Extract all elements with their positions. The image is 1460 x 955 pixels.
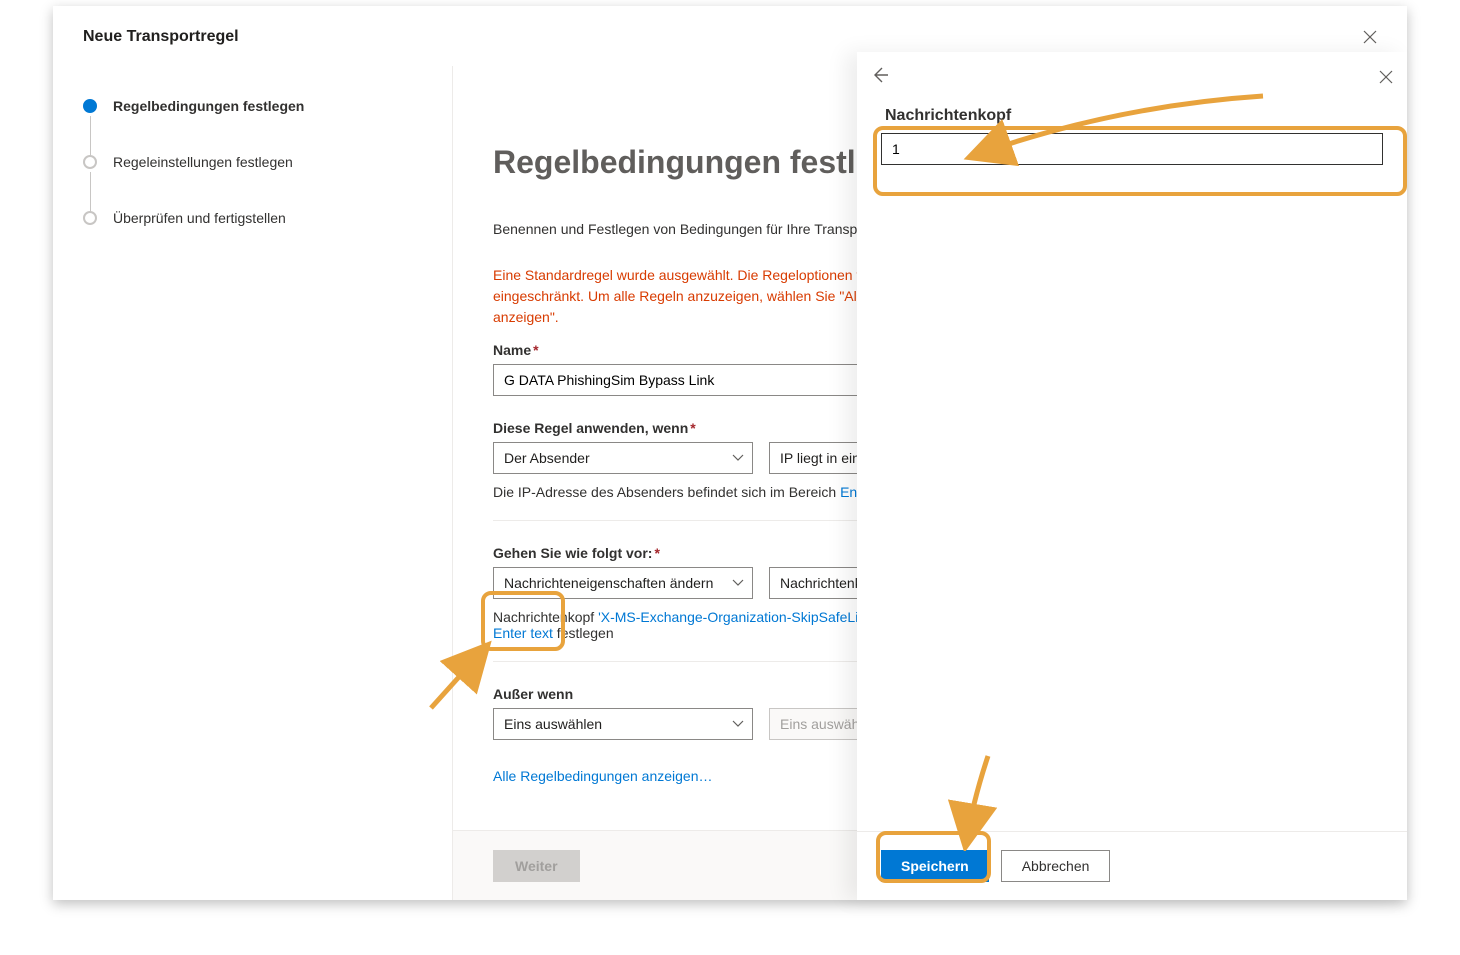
wizard-step-settings[interactable]: Regeleinstellungen festlegen bbox=[83, 154, 432, 170]
chevron-down-icon bbox=[732, 452, 744, 464]
step-label: Überprüfen und fertigstellen bbox=[113, 210, 286, 226]
step-bullet-icon bbox=[83, 99, 97, 113]
action-category-dropdown[interactable]: Nachrichteneigenschaften ändern bbox=[493, 567, 753, 599]
apply-when-subject-dropdown[interactable]: Der Absender bbox=[493, 442, 753, 474]
show-all-conditions-link[interactable]: Alle Regelbedingungen anzeigen… bbox=[493, 768, 713, 784]
wizard-step-conditions[interactable]: Regelbedingungen festlegen bbox=[83, 98, 432, 114]
step-bullet-icon bbox=[83, 155, 97, 169]
except-subject-dropdown[interactable]: Eins auswählen bbox=[493, 708, 753, 740]
dropdown-value: Der Absender bbox=[504, 450, 590, 466]
do-following-label-text: Gehen Sie wie folgt vor: bbox=[493, 545, 652, 561]
chevron-down-icon bbox=[732, 718, 744, 730]
step-label: Regelbedingungen festlegen bbox=[113, 98, 304, 114]
wizard-step-review[interactable]: Überprüfen und fertigstellen bbox=[83, 210, 432, 226]
step-bullet-icon bbox=[83, 211, 97, 225]
apply-when-label-text: Diese Regel anwenden, wenn bbox=[493, 420, 688, 436]
name-label-text: Name bbox=[493, 342, 531, 358]
flyout-close-icon[interactable] bbox=[1379, 70, 1393, 84]
close-icon[interactable] bbox=[1363, 30, 1377, 44]
enter-text-link[interactable]: Enter text bbox=[493, 625, 553, 641]
next-button: Weiter bbox=[493, 850, 580, 882]
chevron-down-icon bbox=[732, 577, 744, 589]
summary-prefix: Die IP-Adresse des Absenders befindet si… bbox=[493, 484, 840, 500]
window-title: Neue Transportregel bbox=[83, 28, 239, 46]
flyout-footer: Speichern Abbrechen bbox=[857, 831, 1407, 900]
save-button[interactable]: Speichern bbox=[881, 850, 989, 882]
summary-suffix: festlegen bbox=[553, 625, 614, 641]
dialog-window: Neue Transportregel Regelbedingungen fes… bbox=[53, 6, 1407, 900]
required-asterisk: * bbox=[690, 420, 695, 436]
wizard-sidebar: Regelbedingungen festlegen Regeleinstell… bbox=[53, 66, 453, 900]
back-icon[interactable] bbox=[871, 66, 889, 87]
dropdown-value: Nachrichteneigenschaften ändern bbox=[504, 575, 713, 591]
required-asterisk: * bbox=[654, 545, 659, 561]
summary-prefix: Nachrichtenkopf bbox=[493, 609, 598, 625]
cancel-button[interactable]: Abbrechen bbox=[1001, 850, 1111, 882]
header-value-flyout: Nachrichtenkopf Speichern Abbrechen bbox=[857, 52, 1407, 900]
header-value-input[interactable] bbox=[881, 133, 1383, 165]
flyout-title: Nachrichtenkopf bbox=[881, 107, 1383, 125]
required-asterisk: * bbox=[533, 342, 538, 358]
dropdown-value: Eins auswählen bbox=[504, 716, 602, 732]
step-label: Regeleinstellungen festlegen bbox=[113, 154, 293, 170]
